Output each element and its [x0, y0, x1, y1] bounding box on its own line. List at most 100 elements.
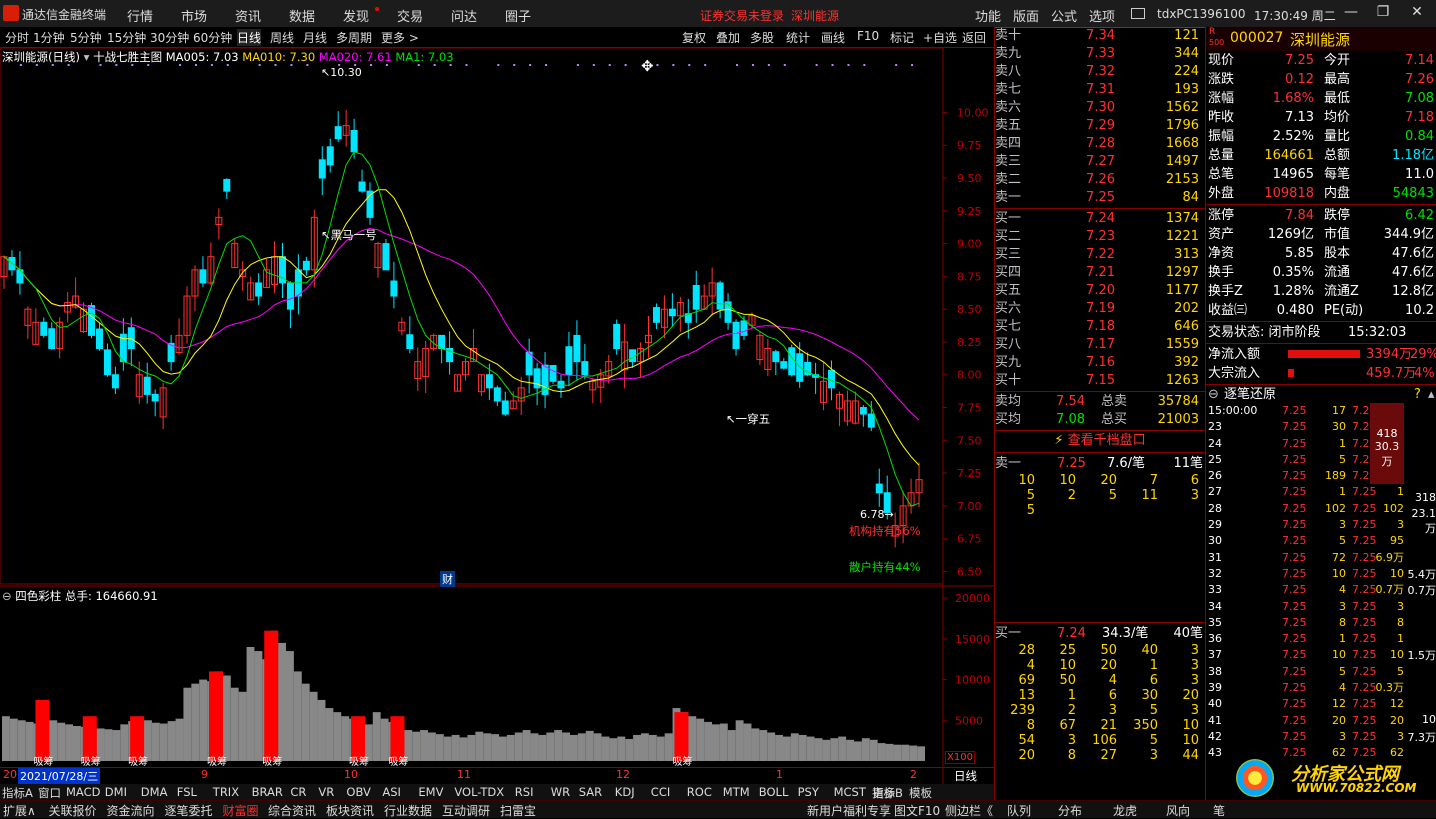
- feature-tab-2[interactable]: 资金流向: [107, 802, 155, 819]
- indicator-tab-25[interactable]: 指标B: [872, 785, 903, 801]
- ask-row-0[interactable]: 卖十 7.34 121: [995, 27, 1205, 45]
- ask-row-1[interactable]: 卖九 7.33 344: [995, 45, 1205, 63]
- indicator-tab-7[interactable]: BRAR: [252, 785, 283, 799]
- chart-stock-label[interactable]: 深圳能源(日线): [2, 50, 80, 64]
- indicator-tab-19[interactable]: ROC: [687, 785, 712, 799]
- help-icon[interactable]: ?: [1414, 386, 1421, 403]
- bid-row-3[interactable]: 买四 7.21 1297: [995, 264, 1205, 282]
- main-indicator[interactable]: 十战七胜主图: [93, 50, 162, 64]
- stock-code[interactable]: 000027: [1230, 30, 1283, 46]
- indicator-tab-9[interactable]: VR: [318, 785, 334, 799]
- ticks-title[interactable]: 逐笔还原: [1224, 386, 1276, 403]
- menu-shichang[interactable]: 市场: [181, 6, 207, 25]
- bid-row-6[interactable]: 买七 7.18 646: [995, 318, 1205, 336]
- minimize-icon[interactable]: —: [1340, 4, 1362, 22]
- bid-row-9[interactable]: 买十 7.15 1263: [995, 372, 1205, 390]
- feature-tab-5[interactable]: 综合资讯: [268, 802, 316, 819]
- close-icon[interactable]: ✕: [1406, 4, 1428, 22]
- feature-tab-0[interactable]: 扩展∧: [3, 802, 36, 819]
- depth-button-label[interactable]: 查看千档盘口: [1068, 433, 1146, 448]
- period-60min[interactable]: 60分钟: [193, 29, 232, 46]
- indicator-tab-14[interactable]: RSI: [515, 785, 534, 799]
- tool-diejia[interactable]: 叠加: [716, 29, 740, 46]
- feature-tab-4[interactable]: 财富圈: [223, 802, 259, 819]
- period-daily[interactable]: 日线: [237, 29, 262, 46]
- ask-row-8[interactable]: 卖二 7.26 2153: [995, 171, 1205, 189]
- feature-tab-3[interactable]: 逐笔委托: [165, 802, 213, 819]
- indicator-tab-13[interactable]: VOL-TDX: [454, 785, 504, 799]
- ask-row-3[interactable]: 卖七 7.31 193: [995, 81, 1205, 99]
- indicator-tab-5[interactable]: FSL: [177, 785, 197, 799]
- volume-settings-icon[interactable]: ⊖: [2, 589, 12, 603]
- indicator-tab-22[interactable]: PSY: [798, 785, 819, 799]
- bid-row-2[interactable]: 买三 7.22 313: [995, 246, 1205, 264]
- bid-row-8[interactable]: 买九 7.16 392: [995, 354, 1205, 372]
- menu-jiaoyi[interactable]: 交易: [397, 6, 423, 25]
- bottom-right-tab-7[interactable]: 笔: [1213, 802, 1225, 819]
- period-1min[interactable]: 1分钟: [33, 29, 65, 46]
- indicator-tab-20[interactable]: MTM: [723, 785, 750, 799]
- ask-row-7[interactable]: 卖三 7.27 1497: [995, 153, 1205, 171]
- ask-row-5[interactable]: 卖五 7.29 1796: [995, 117, 1205, 135]
- stock-name[interactable]: 深圳能源: [1290, 29, 1350, 50]
- tool-duogu[interactable]: 多股: [750, 29, 774, 46]
- indicator-tab-16[interactable]: SAR: [579, 785, 602, 799]
- bottom-right-tab-0[interactable]: 新用户福利专享: [807, 802, 891, 819]
- ask-row-2[interactable]: 卖八 7.32 224: [995, 63, 1205, 81]
- period-15min[interactable]: 15分钟: [107, 29, 146, 46]
- ask-row-6[interactable]: 卖四 7.28 1668: [995, 135, 1205, 153]
- period-5min[interactable]: 5分钟: [70, 29, 102, 46]
- tool-back[interactable]: 返回: [962, 29, 986, 46]
- chart-area[interactable]: 10.00 9.75 9.50 9.25 9.00 8.75 8.50 8.25 8.00 7.7…: [0, 48, 994, 784]
- bid-row-5[interactable]: 买六 7.19 202: [995, 300, 1205, 318]
- restore-icon[interactable]: ❐: [1372, 4, 1394, 22]
- notice-stock[interactable]: 深圳能源: [791, 7, 839, 24]
- menu-hangqing[interactable]: 行情: [127, 6, 153, 25]
- period-more[interactable]: 更多 >: [381, 29, 419, 46]
- indicator-tab-0[interactable]: 指标A: [2, 785, 33, 801]
- tool-fuquan[interactable]: 复权: [682, 29, 706, 46]
- indicator-tab-26[interactable]: 模板: [909, 785, 932, 801]
- period-weekly[interactable]: 周线: [270, 29, 294, 46]
- chevron-icon[interactable]: ▾: [84, 50, 90, 64]
- tool-zixuan[interactable]: +自选: [923, 29, 957, 46]
- indicator-tab-15[interactable]: WR: [551, 785, 570, 799]
- menu-gongneng[interactable]: 功能: [975, 6, 1001, 25]
- x-period-label[interactable]: 日线: [954, 768, 977, 784]
- menu-quanzi[interactable]: 圈子: [505, 6, 531, 25]
- menu-faxian[interactable]: 发现: [343, 6, 369, 25]
- menu-xuanxiang[interactable]: 选项: [1089, 6, 1115, 25]
- indicator-tab-23[interactable]: MCST: [834, 785, 866, 799]
- indicator-tab-18[interactable]: CCI: [651, 785, 670, 799]
- price-chart[interactable]: 10.00 9.75 9.50 9.25 9.00 8.75 8.50 8.25 8.00 7.7…: [0, 48, 994, 784]
- menu-gongshi[interactable]: 公式: [1051, 6, 1077, 25]
- feature-tab-7[interactable]: 行业数据: [384, 802, 432, 819]
- feature-tab-9[interactable]: 扫雷宝: [500, 802, 536, 819]
- indicator-tab-8[interactable]: CR: [290, 785, 306, 799]
- feature-tab-6[interactable]: 板块资讯: [326, 802, 374, 819]
- bottom-right-tab-2[interactable]: 侧边栏《: [945, 802, 993, 819]
- mail-icon[interactable]: [1131, 8, 1145, 19]
- bottom-right-tab-5[interactable]: 龙虎: [1113, 802, 1137, 819]
- indicator-tab-6[interactable]: TRIX: [213, 785, 239, 799]
- indicator-tab-21[interactable]: BOLL: [759, 785, 789, 799]
- bid-row-1[interactable]: 买二 7.23 1221: [995, 228, 1205, 246]
- login-notice[interactable]: 证券交易未登录: [700, 7, 784, 24]
- indicator-tab-11[interactable]: ASI: [382, 785, 401, 799]
- bid-row-7[interactable]: 买八 7.17 1559: [995, 336, 1205, 354]
- volume-indicator-name[interactable]: 四色彩柱: [15, 589, 61, 603]
- feature-tab-8[interactable]: 互动调研: [442, 802, 490, 819]
- ticks-scroll-up-icon[interactable]: ▴: [1428, 386, 1435, 403]
- indicator-tab-12[interactable]: EMV: [418, 785, 443, 799]
- feature-tab-1[interactable]: 关联报价: [49, 802, 97, 819]
- tool-huaxian[interactable]: 画线: [821, 29, 845, 46]
- period-fenshi[interactable]: 分时: [5, 29, 29, 46]
- indicator-tab-2[interactable]: MACD: [66, 785, 100, 799]
- menu-zixun[interactable]: 资讯: [235, 6, 261, 25]
- bottom-right-tab-6[interactable]: 风向: [1166, 802, 1190, 819]
- period-multi[interactable]: 多周期: [336, 29, 372, 46]
- indicator-tab-4[interactable]: DMA: [141, 785, 168, 799]
- period-monthly[interactable]: 月线: [303, 29, 327, 46]
- menu-shuju[interactable]: 数据: [289, 6, 315, 25]
- ticks-settings-icon[interactable]: ⊖: [1208, 386, 1219, 403]
